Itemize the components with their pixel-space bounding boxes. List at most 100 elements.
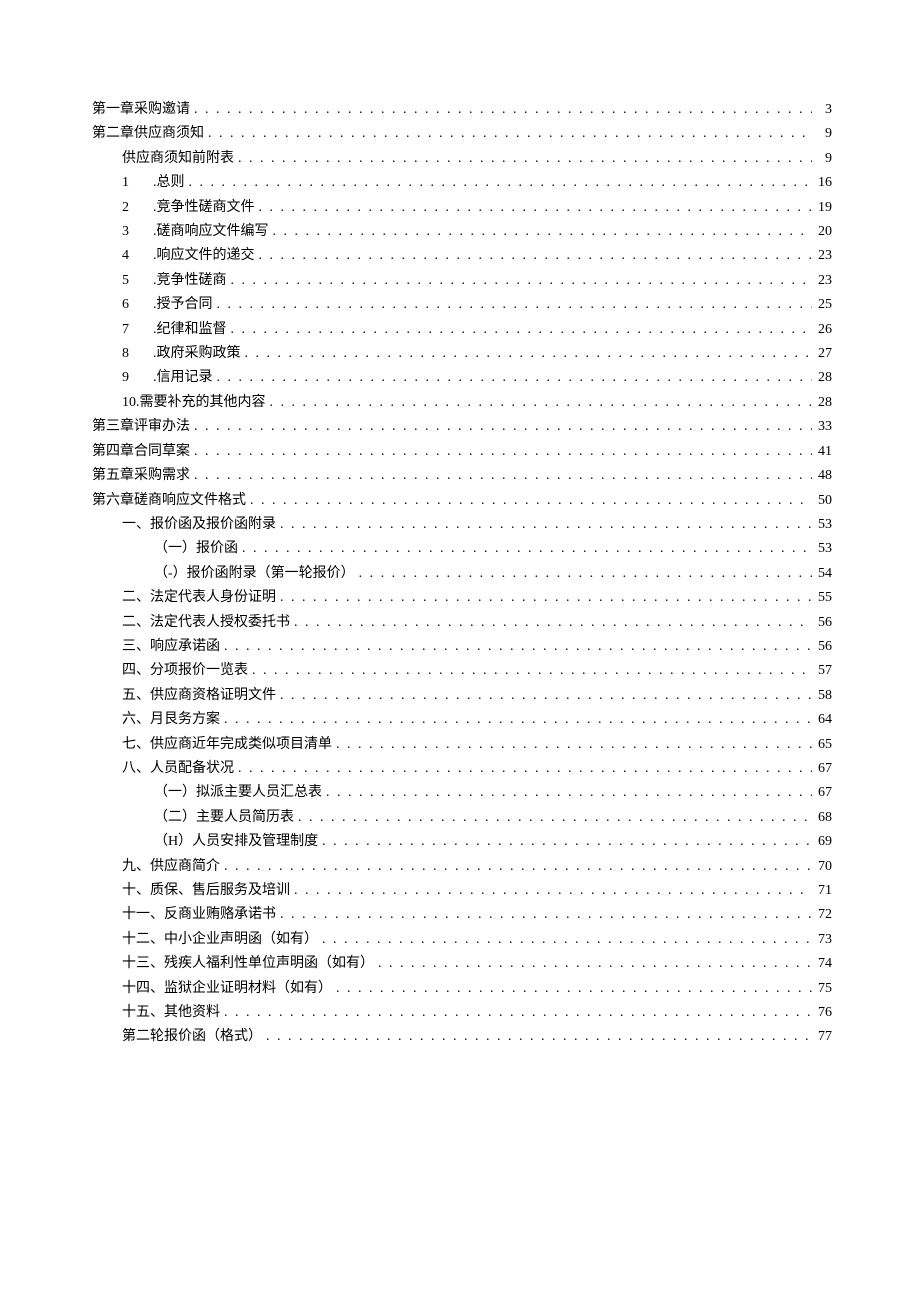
toc-leader-dots <box>318 830 812 854</box>
toc-leader-dots <box>276 903 812 927</box>
toc-title-text: 第四章合同草案 <box>92 444 190 459</box>
toc-entry: 第三章评审办法 33 <box>92 415 832 439</box>
toc-label: 第四章合同草案 <box>92 440 190 464</box>
toc-leader-dots <box>255 244 813 268</box>
toc-entry: 十三、残疾人福利性单位声明函（如有） 74 <box>92 952 832 976</box>
toc-entry: （H）人员安排及管理制度 69 <box>92 830 832 854</box>
toc-num: 4 <box>122 248 129 263</box>
toc-page-number: 9 <box>812 122 832 146</box>
toc-title-text: 第三章评审办法 <box>92 419 190 434</box>
toc-page-number: 56 <box>812 611 832 635</box>
toc-entry: （一）报价函 53 <box>92 537 832 561</box>
toc-leader-dots <box>190 440 812 464</box>
toc-page-number: 67 <box>812 781 832 805</box>
toc-label: （一）拟派主要人员汇总表 <box>154 781 322 805</box>
toc-entry: 5.竞争性磋商23 <box>92 269 832 293</box>
toc-page-number: 50 <box>812 489 832 513</box>
toc-num: 2 <box>122 200 129 215</box>
toc-page-number: 33 <box>812 415 832 439</box>
toc-title-text: 十二、中小企业声明函（如有） <box>122 932 318 947</box>
toc-page-number: 69 <box>812 830 832 854</box>
toc-leader-dots <box>213 293 813 317</box>
toc-title-text: 十三、残疾人福利性单位声明函（如有） <box>122 956 374 971</box>
toc-leader-dots <box>290 611 812 635</box>
toc-page-number: 23 <box>812 244 832 268</box>
toc-title-text: 十一、反商业贿赂承诺书 <box>122 907 276 922</box>
toc-entry: 三、响应承诺函56 <box>92 635 832 659</box>
toc-title-text: 第五章采购需求 <box>92 468 190 483</box>
toc-label: 第二轮报价函（格式） <box>122 1025 262 1049</box>
toc-label: （二）主要人员简历表 <box>154 806 294 830</box>
toc-label: 四、分项报价一览表 <box>122 659 248 683</box>
toc-title-text: 供应商须知前附表 <box>122 151 234 166</box>
toc-entry: 第六章磋商响应文件格式 50 <box>92 489 832 513</box>
toc-entry: 十一、反商业贿赂承诺书 72 <box>92 903 832 927</box>
toc-label: 第六章磋商响应文件格式 <box>92 489 246 513</box>
toc-entry: 十四、监狱企业证明材料（如有）75 <box>92 977 832 1001</box>
toc-title-text: 七、供应商近年完成类似项目清单 <box>122 737 332 752</box>
toc-leader-dots <box>238 537 812 561</box>
toc-title-text: （二）主要人员简历表 <box>154 810 294 825</box>
toc-title-text: .响应文件的递交 <box>153 248 255 263</box>
toc-page-number: 72 <box>812 903 832 927</box>
toc-entry: 第五章采购需求48 <box>92 464 832 488</box>
toc-num: 7 <box>122 322 129 337</box>
toc-label: 一、报价函及报价函附录 <box>122 513 276 537</box>
toc-leader-dots <box>355 562 812 586</box>
toc-page-number: 76 <box>812 1001 832 1025</box>
toc-leader-dots <box>241 342 813 366</box>
toc-num: 8 <box>122 346 129 361</box>
toc-leader-dots <box>220 635 812 659</box>
toc-entry: 6.授予合同25 <box>92 293 832 317</box>
toc-label: 十二、中小企业声明函（如有） <box>122 928 318 952</box>
toc-title-text: .磋商响应文件编写 <box>153 224 269 239</box>
toc-page-number: 55 <box>812 586 832 610</box>
toc-title-text: 一、报价函及报价函附录 <box>122 517 276 532</box>
toc-num: 6 <box>122 297 129 312</box>
toc-page-number: 64 <box>812 708 832 732</box>
toc-title-text: 二、法定代表人授权委托书 <box>122 615 290 630</box>
toc-entry: 二、法定代表人身份证明 55 <box>92 586 832 610</box>
toc-entry: （二）主要人员简历表68 <box>92 806 832 830</box>
toc-label: 第三章评审办法 <box>92 415 190 439</box>
toc-label: 供应商须知前附表 <box>122 147 234 171</box>
toc-label: 第一章采购邀请 <box>92 98 190 122</box>
toc-page-number: 19 <box>812 196 832 220</box>
toc-title-text: 二、法定代表人身份证明 <box>122 590 276 605</box>
toc-leader-dots <box>220 708 812 732</box>
toc-label: 十五、其他资料 <box>122 1001 220 1025</box>
toc-label: （-）报价函附录（第一轮报价） <box>154 562 355 586</box>
toc-page-number: 41 <box>812 440 832 464</box>
toc-label: 第五章采购需求 <box>92 464 190 488</box>
toc-title-text: （一）报价函 <box>154 541 238 556</box>
toc-page-number: 28 <box>812 366 832 390</box>
toc-label: 十三、残疾人福利性单位声明函（如有） <box>122 952 374 976</box>
toc-page-number: 27 <box>812 342 832 366</box>
toc-page-number: 58 <box>812 684 832 708</box>
toc-leader-dots <box>227 318 813 342</box>
toc-leader-dots <box>220 1001 812 1025</box>
toc-label: 1.总则 <box>122 171 185 195</box>
toc-title-text: （一）拟派主要人员汇总表 <box>154 785 322 800</box>
toc-entry: （一）拟派主要人员汇总表 67 <box>92 781 832 805</box>
toc-leader-dots <box>213 366 813 390</box>
toc-entry: 第二轮报价函（格式）77 <box>92 1025 832 1049</box>
toc-leader-dots <box>190 98 812 122</box>
toc-leader-dots <box>248 659 812 683</box>
toc-page-number: 53 <box>812 537 832 561</box>
toc-leader-dots <box>204 122 812 146</box>
toc-leader-dots <box>332 733 812 757</box>
toc-label: （一）报价函 <box>154 537 238 561</box>
toc-page-number: 3 <box>812 98 832 122</box>
toc-title-text: 第二轮报价函（格式） <box>122 1029 262 1044</box>
toc-entry: 9.信用记录28 <box>92 366 832 390</box>
toc-title-text: 四、分项报价一览表 <box>122 663 248 678</box>
toc-title-text: .竞争性磋商文件 <box>153 200 255 215</box>
toc-page-number: 74 <box>812 952 832 976</box>
toc-title-text: .纪律和监督 <box>153 322 227 337</box>
toc-label: 九、供应商简介 <box>122 855 220 879</box>
toc-page-number: 20 <box>812 220 832 244</box>
toc-label: （H）人员安排及管理制度 <box>154 830 318 854</box>
toc-entry: 2 .竞争性磋商文件 19 <box>92 196 832 220</box>
toc-label: 3.磋商响应文件编写 <box>122 220 269 244</box>
